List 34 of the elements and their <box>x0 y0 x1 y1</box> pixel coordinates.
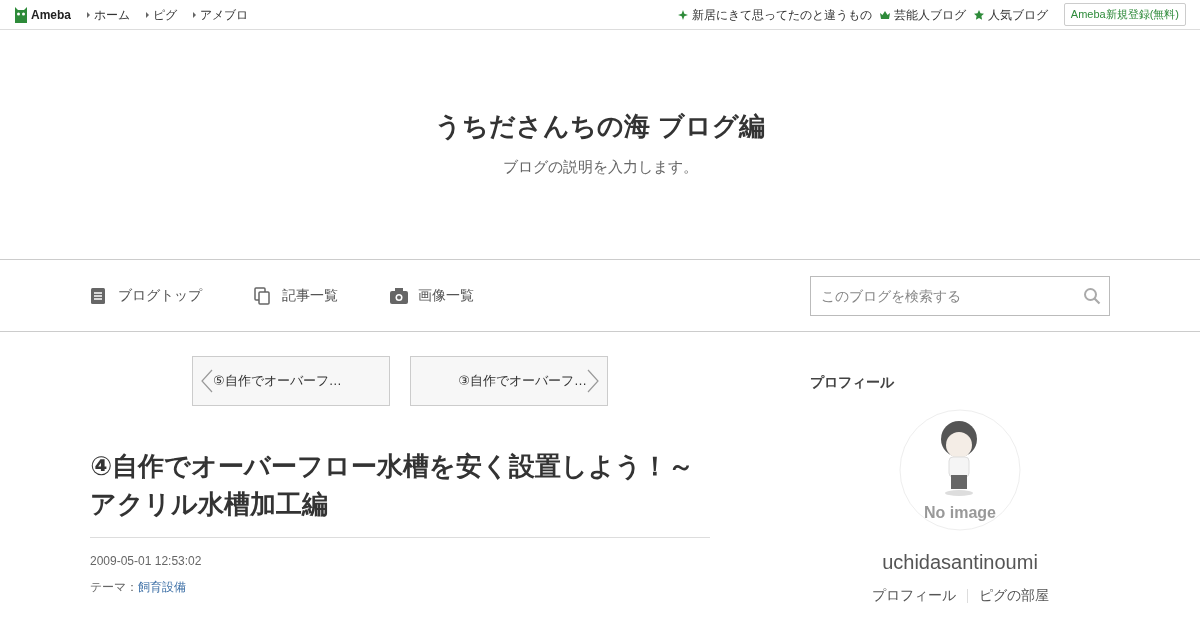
crown-icon <box>879 9 890 20</box>
profile-heading: プロフィール <box>810 373 895 392</box>
topbar-link[interactable]: ピグ <box>146 5 177 24</box>
nav-link[interactable]: 画像一覧 <box>390 285 474 306</box>
theme-link[interactable]: 飼育設備 <box>138 578 186 597</box>
camera-icon <box>390 286 408 305</box>
document-icon <box>90 286 108 305</box>
article-title: ④自作でオーバーフロー水槽を安く設置しよう！～アクリル水槽加工編 <box>90 448 710 539</box>
blog-description: ブログの説明を入力します。 <box>502 156 698 177</box>
topbar-link[interactable]: 新居にきて思ってたのと違うもの <box>677 5 872 24</box>
ameba-logo[interactable]: Ameba <box>14 5 71 24</box>
no-image-text: No image <box>923 503 997 523</box>
theme-label: テーマ： <box>90 579 138 597</box>
topbar-link[interactable]: ホーム <box>87 5 130 24</box>
search-field[interactable]: このブログを検索する <box>810 275 1110 316</box>
nav-link[interactable]: 記事一覧 <box>254 285 338 306</box>
topbar-link[interactable]: 芸能人ブログ <box>879 5 966 24</box>
chevron-right-icon <box>587 369 599 393</box>
username: uchidasantinoumi <box>882 550 1038 575</box>
sparkle-icon <box>677 9 688 20</box>
topbar-link[interactable]: アメブロ <box>193 5 248 24</box>
register-button[interactable]: Ameba新規登録(無料) <box>1063 3 1186 26</box>
article-date: 2009-05-01 12:53:02 <box>90 553 203 571</box>
search-icon <box>1083 286 1101 305</box>
nav-link[interactable]: ブログトップ <box>90 285 202 306</box>
topbar-link[interactable]: 人気ブログ <box>973 5 1048 24</box>
profile-link[interactable]: プロフィール <box>871 585 956 606</box>
previous-article-link[interactable]: ⑤自作でオーバーフ… <box>192 356 390 406</box>
chevron-left-icon <box>201 369 213 393</box>
star-icon <box>973 9 984 20</box>
copy-icon <box>254 286 272 305</box>
profile-link[interactable]: ピグの部屋 <box>978 585 1049 606</box>
next-article-link[interactable]: ③自作でオーバーフ… <box>410 356 608 406</box>
blog-title[interactable]: うちださんちの海 ブログ編 <box>435 110 765 142</box>
